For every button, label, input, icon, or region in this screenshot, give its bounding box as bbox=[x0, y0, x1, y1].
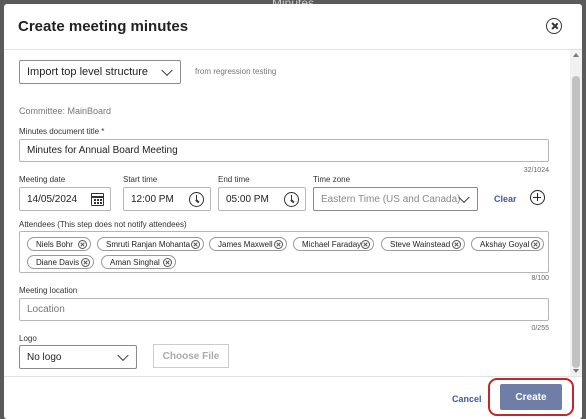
attendee-chip: Diane Davis bbox=[27, 255, 94, 269]
remove-chip-icon[interactable] bbox=[531, 240, 540, 249]
title-field-label: Minutes document title * bbox=[19, 127, 105, 136]
remove-chip-icon[interactable] bbox=[163, 258, 172, 267]
clock-icon[interactable] bbox=[284, 192, 299, 207]
dialog-scrollbar[interactable] bbox=[570, 50, 582, 376]
scrollbar-thumb[interactable] bbox=[572, 76, 580, 368]
attendee-name: Steve Wainstead bbox=[390, 239, 451, 249]
attendee-chip: Steve Wainstead bbox=[381, 237, 465, 251]
import-structure-select[interactable]: Import top level structure bbox=[19, 60, 181, 84]
attendee-chip: Akshay Goyal bbox=[471, 237, 544, 251]
remove-chip-icon[interactable] bbox=[452, 240, 461, 249]
remove-chip-icon[interactable] bbox=[191, 240, 200, 249]
cancel-button[interactable]: Cancel bbox=[452, 394, 482, 404]
attendees-label: Attendees (This step does not notify att… bbox=[19, 220, 187, 229]
dialog-header: Create meeting minutes bbox=[4, 4, 582, 50]
end-time-input[interactable]: 05:00 PM bbox=[218, 187, 306, 211]
remove-chip-icon[interactable] bbox=[78, 240, 87, 249]
chevron-down-icon bbox=[161, 64, 173, 77]
dialog-body: Import top level structure from regressi… bbox=[4, 50, 570, 376]
start-time-input[interactable]: 12:00 PM bbox=[123, 187, 211, 211]
attendee-name: Akshay Goyal bbox=[480, 239, 530, 249]
minutes-title-input[interactable]: Minutes for Annual Board Meeting bbox=[19, 139, 549, 162]
logo-select[interactable]: No logo bbox=[19, 345, 137, 369]
calendar-icon[interactable] bbox=[91, 193, 104, 206]
title-counter: 32/1024 bbox=[523, 167, 549, 174]
attendee-name: Niels Bohr bbox=[36, 239, 73, 249]
minutes-title-value: Minutes for Annual Board Meeting bbox=[27, 145, 178, 156]
scroll-up-arrow-icon[interactable] bbox=[573, 53, 579, 57]
dialog-title: Create meeting minutes bbox=[18, 18, 189, 35]
attendee-chip: Aman Singhal bbox=[101, 255, 176, 269]
attendee-name: Michael Faraday bbox=[302, 239, 362, 249]
attendee-chip: Niels Bohr bbox=[27, 237, 91, 251]
choose-file-button[interactable]: Choose File bbox=[153, 344, 229, 368]
attendees-field[interactable]: Niels Bohr Smruti Ranjan Mohanta James M… bbox=[19, 231, 549, 273]
location-counter: 0/255 bbox=[531, 325, 549, 332]
start-time-value: 12:00 PM bbox=[131, 193, 174, 205]
create-minutes-dialog: Create meeting minutes Import top level … bbox=[4, 4, 582, 419]
remove-chip-icon[interactable] bbox=[81, 258, 90, 267]
time-zone-value: Eastern Time (US and Canada) bbox=[321, 193, 461, 205]
attendee-name: Diane Davis bbox=[36, 257, 80, 267]
chevron-down-icon bbox=[117, 349, 129, 362]
attendee-name: Smruti Ranjan Mohanta bbox=[106, 239, 191, 249]
clear-link[interactable]: Clear bbox=[494, 194, 517, 204]
import-structure-value: Import top level structure bbox=[27, 66, 149, 78]
attendees-counter: 8/100 bbox=[531, 275, 549, 282]
attendee-name: James Maxwell bbox=[218, 239, 273, 249]
scroll-down-arrow-icon[interactable] bbox=[573, 369, 579, 373]
create-button[interactable]: Create bbox=[500, 384, 562, 410]
meeting-date-label: Meeting date bbox=[19, 175, 66, 184]
dialog-footer: Cancel Create bbox=[4, 376, 582, 419]
close-icon[interactable] bbox=[546, 18, 562, 34]
start-time-label: Start time bbox=[123, 175, 158, 184]
attendee-chip: James Maxwell bbox=[209, 237, 287, 251]
time-zone-select[interactable]: Eastern Time (US and Canada) bbox=[313, 187, 478, 211]
end-time-value: 05:00 PM bbox=[226, 193, 269, 205]
attendee-chip: Smruti Ranjan Mohanta bbox=[97, 237, 204, 251]
meeting-date-input[interactable]: 14/05/2024 bbox=[19, 187, 111, 211]
committee-label: Committee: MainBoard bbox=[19, 106, 112, 116]
end-time-label: End time bbox=[218, 175, 250, 184]
location-label: Meeting location bbox=[19, 286, 78, 295]
logo-value: No logo bbox=[27, 351, 62, 363]
meeting-date-value: 14/05/2024 bbox=[27, 193, 78, 205]
add-circle-icon[interactable] bbox=[530, 190, 545, 205]
remove-chip-icon[interactable] bbox=[274, 240, 283, 249]
attendee-chip: Michael Faraday bbox=[293, 237, 374, 251]
logo-label: Logo bbox=[19, 334, 37, 343]
attendee-name: Aman Singhal bbox=[110, 257, 160, 267]
time-zone-label: Time zone bbox=[313, 175, 351, 184]
remove-chip-icon[interactable] bbox=[361, 240, 370, 249]
location-input[interactable] bbox=[19, 298, 549, 321]
clock-icon[interactable] bbox=[189, 192, 204, 207]
structure-note: from regression testing bbox=[195, 67, 277, 76]
